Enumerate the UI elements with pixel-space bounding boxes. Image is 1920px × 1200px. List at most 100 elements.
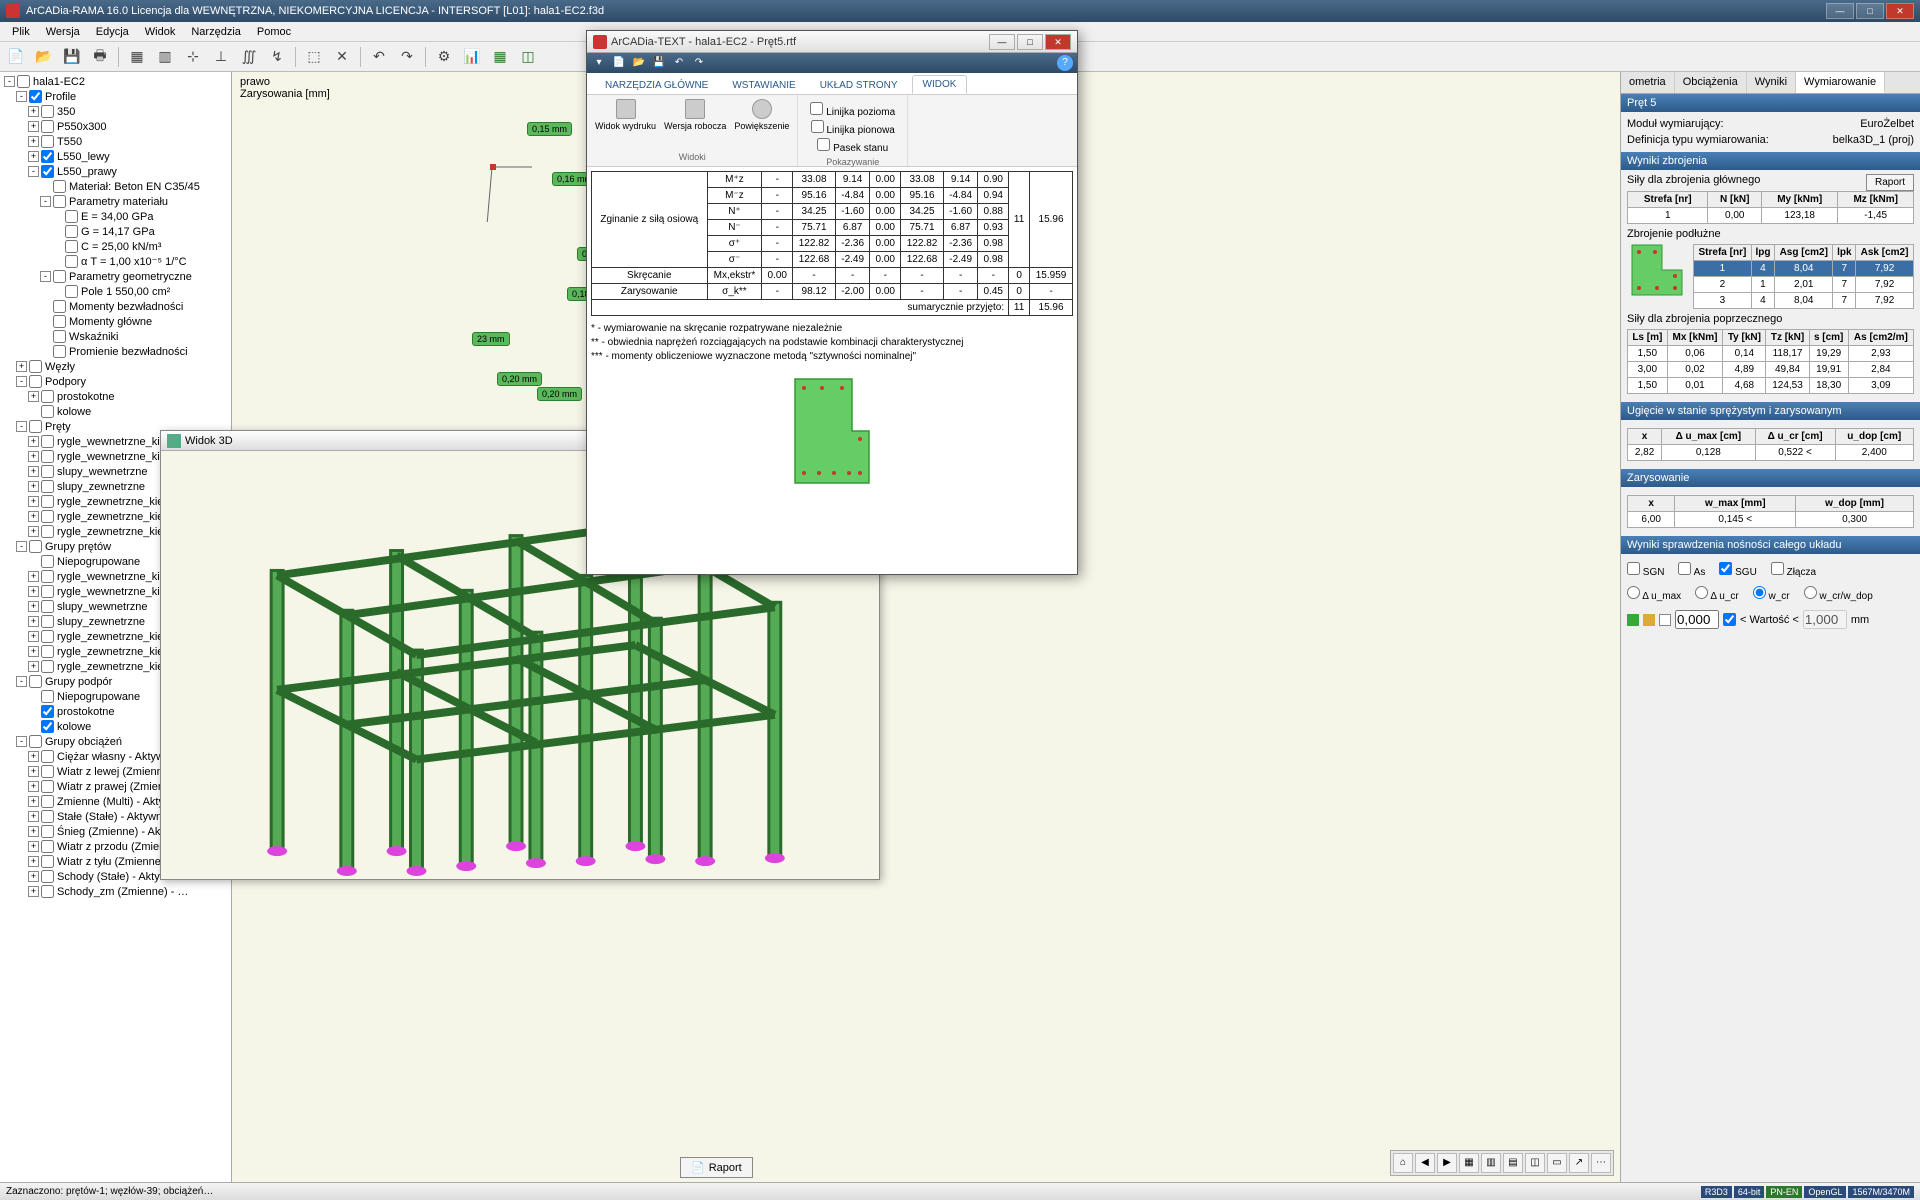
qat-redo-icon[interactable]: ↷ [691, 55, 707, 71]
tree-checkbox[interactable] [41, 765, 54, 778]
select-icon[interactable]: ⬚ [302, 45, 326, 69]
vp-right-icon[interactable]: ▶ [1437, 1153, 1457, 1173]
value-max-input[interactable] [1803, 610, 1847, 629]
support-icon[interactable]: ⊥ [209, 45, 233, 69]
new-icon[interactable]: 📄 [4, 45, 28, 69]
tree-checkbox[interactable] [53, 315, 66, 328]
tree-item[interactable]: -Profile [2, 89, 229, 104]
wersja-robocza-button[interactable]: Wersja robocza [664, 99, 726, 131]
rtab-uklad[interactable]: UKŁAD STRONY [810, 77, 908, 94]
tab-geometria[interactable]: ometria [1621, 72, 1675, 93]
tree-checkbox[interactable] [29, 375, 42, 388]
undo-icon[interactable]: ↶ [367, 45, 391, 69]
tree-item[interactable]: -L550_prawy [2, 164, 229, 179]
tree-checkbox[interactable] [53, 270, 66, 283]
raport-float-button[interactable]: 📄 Raport [680, 1157, 753, 1178]
tree-checkbox[interactable] [65, 255, 78, 268]
tree-checkbox[interactable] [41, 120, 54, 133]
expand-icon[interactable]: + [28, 391, 39, 402]
tree-item[interactable]: +L550_lewy [2, 149, 229, 164]
tree-checkbox[interactable] [41, 780, 54, 793]
tree-checkbox[interactable] [41, 585, 54, 598]
tree-checkbox[interactable] [41, 135, 54, 148]
tree-checkbox[interactable] [53, 330, 66, 343]
vp-layers-icon[interactable]: ▭ [1547, 1153, 1567, 1173]
expand-icon[interactable]: - [16, 541, 27, 552]
menu-plik[interactable]: Plik [4, 26, 38, 38]
tree-checkbox[interactable] [41, 615, 54, 628]
results-icon[interactable]: 📊 [460, 45, 484, 69]
tree-checkbox[interactable] [41, 105, 54, 118]
tree-checkbox[interactable] [65, 210, 78, 223]
print-icon[interactable]: 🖶 [88, 45, 112, 69]
qat-save-icon[interactable]: 💾 [651, 55, 667, 71]
menu-pomoc[interactable]: Pomoc [249, 26, 299, 38]
expand-icon[interactable]: + [28, 571, 39, 582]
vp-home-icon[interactable]: ⌂ [1393, 1153, 1413, 1173]
expand-icon[interactable]: + [28, 856, 39, 867]
tree-checkbox[interactable] [41, 480, 54, 493]
tree-item[interactable]: kolowe [2, 404, 229, 419]
expand-icon[interactable]: + [28, 466, 39, 477]
tree-checkbox[interactable] [41, 570, 54, 583]
vp-grid3-icon[interactable]: ▤ [1503, 1153, 1523, 1173]
expand-icon[interactable]: + [28, 601, 39, 612]
node-icon[interactable]: ⊹ [181, 45, 205, 69]
tree-item[interactable]: Pole 1 550,00 cm² [2, 284, 229, 299]
expand-icon[interactable]: + [28, 826, 39, 837]
tree-checkbox[interactable] [41, 165, 54, 178]
expand-icon[interactable]: + [28, 811, 39, 822]
expand-icon[interactable]: + [28, 796, 39, 807]
vp-box-icon[interactable]: ◫ [1525, 1153, 1545, 1173]
expand-icon[interactable]: + [28, 496, 39, 507]
nosnosc-chk-SGN[interactable]: SGN [1627, 562, 1664, 578]
open-icon[interactable]: 📂 [32, 45, 56, 69]
menu-narzedzia[interactable]: Narzędzia [183, 26, 249, 38]
calc-icon[interactable]: ⚙ [432, 45, 456, 69]
menu-widok[interactable]: Widok [137, 26, 184, 38]
tree-checkbox[interactable] [65, 240, 78, 253]
tree-checkbox[interactable] [53, 300, 66, 313]
vp-more-icon[interactable]: ⋯ [1591, 1153, 1611, 1173]
3d-icon[interactable]: ◫ [516, 45, 540, 69]
tree-item[interactable]: G = 14,17 GPa [2, 224, 229, 239]
expand-icon[interactable]: + [28, 751, 39, 762]
tree-checkbox[interactable] [29, 675, 42, 688]
expand-icon[interactable]: + [28, 841, 39, 852]
minimize-button[interactable]: — [1826, 3, 1854, 19]
qat-new-icon[interactable]: 📄 [611, 55, 627, 71]
tree-item[interactable]: -Podpory [2, 374, 229, 389]
tree-checkbox[interactable] [29, 360, 42, 373]
vp-arrow-icon[interactable]: ↗ [1569, 1153, 1589, 1173]
tree-checkbox[interactable] [65, 225, 78, 238]
tree-checkbox[interactable] [41, 555, 54, 568]
document-area[interactable]: Zginanie z siłą osiowąM⁺z-33.089.140.003… [587, 167, 1077, 574]
vp-grid1-icon[interactable]: ▦ [1459, 1153, 1479, 1173]
tree-checkbox[interactable] [41, 705, 54, 718]
nosnosc-radio[interactable]: Δ u_cr [1695, 586, 1739, 602]
subwin-minimize[interactable]: — [989, 34, 1015, 50]
menu-edycja[interactable]: Edycja [88, 26, 137, 38]
tree-checkbox[interactable] [41, 510, 54, 523]
expand-icon[interactable]: - [16, 676, 27, 687]
rtab-wstawianie[interactable]: WSTAWIANIE [722, 77, 805, 94]
tree-checkbox[interactable] [41, 810, 54, 823]
expand-icon[interactable]: + [28, 121, 39, 132]
expand-icon[interactable]: + [28, 451, 39, 462]
expand-icon[interactable]: + [28, 661, 39, 672]
tree-item[interactable]: E = 34,00 GPa [2, 209, 229, 224]
qat-help-icon[interactable]: ? [1057, 55, 1073, 71]
expand-icon[interactable]: + [28, 646, 39, 657]
tree-checkbox[interactable] [41, 885, 54, 898]
expand-icon[interactable]: - [16, 376, 27, 387]
rtab-narzedzia[interactable]: NARZĘDZIA GŁÓWNE [595, 77, 718, 94]
subwin-close[interactable]: ✕ [1045, 34, 1071, 50]
excel-icon[interactable]: ▦ [488, 45, 512, 69]
qat-menu-icon[interactable]: ▾ [591, 55, 607, 71]
tab-wyniki[interactable]: Wyniki [1747, 72, 1796, 93]
expand-icon[interactable]: + [16, 361, 27, 372]
bars-icon[interactable]: ∭ [237, 45, 261, 69]
expand-icon[interactable]: + [28, 886, 39, 897]
nosnosc-chk-SGU[interactable]: SGU [1719, 562, 1756, 578]
tree-checkbox[interactable] [17, 75, 30, 88]
